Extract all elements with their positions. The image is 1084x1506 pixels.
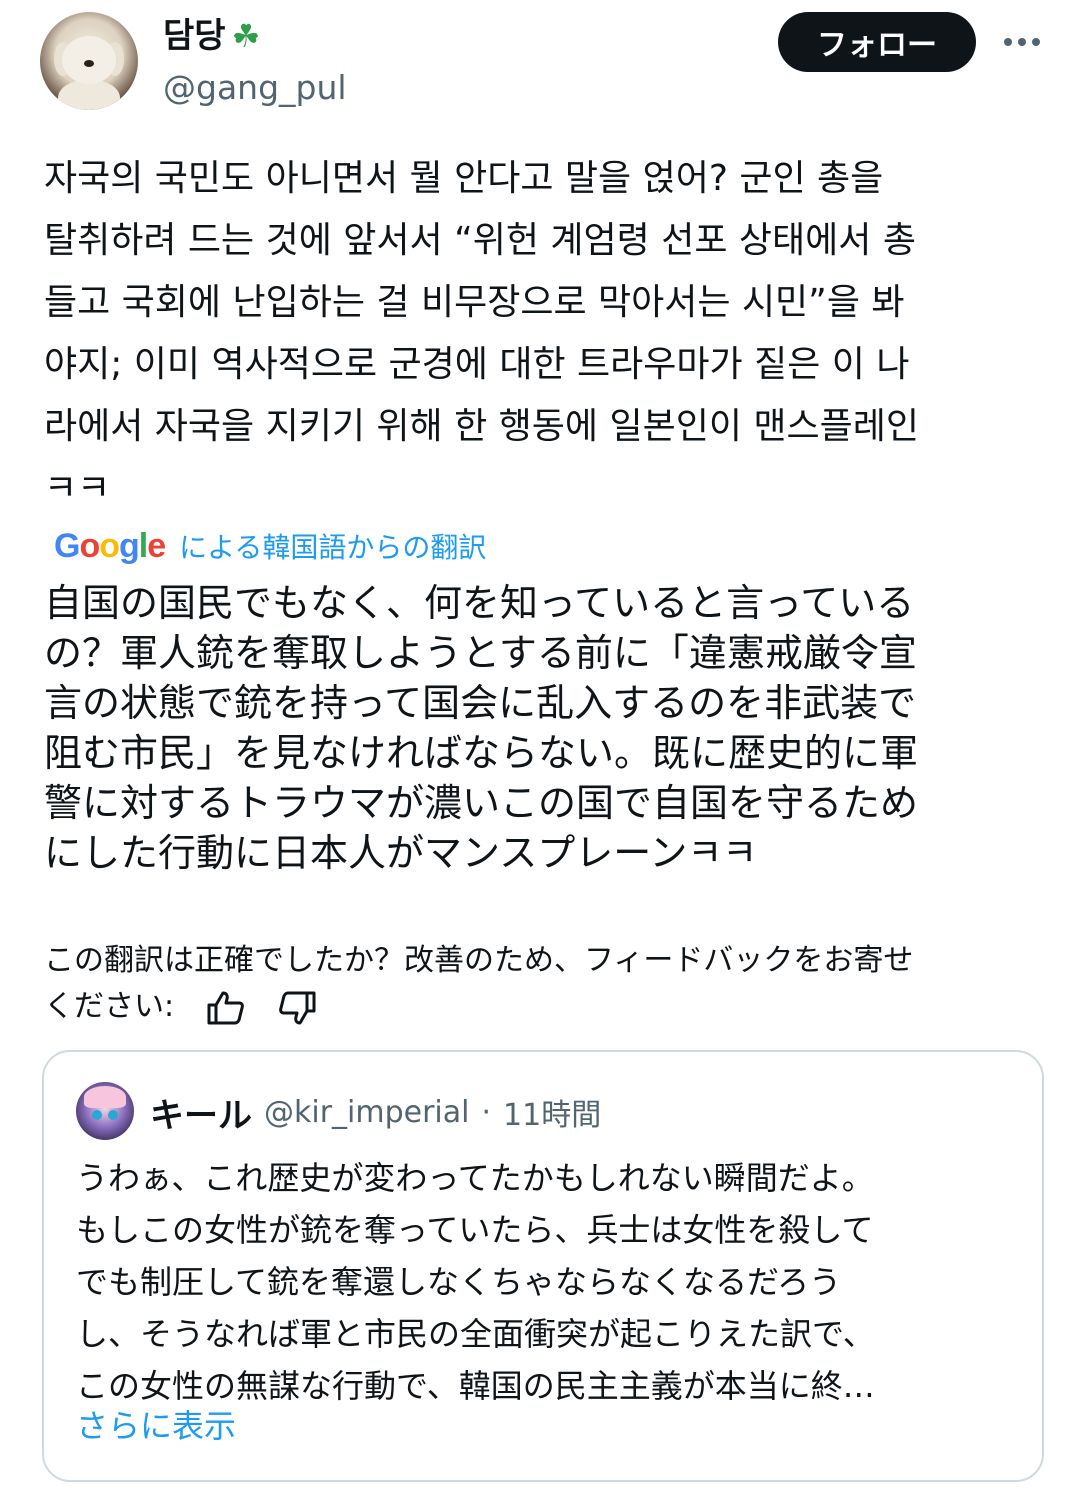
translated-text-line: の？軍人銃を奪取しようとする前に「違憲戒厳令宣 bbox=[44, 631, 917, 675]
tweet-text-line: 라에서 자국을 지키기 위해 한 행동에 일본인이 맨스플레인 bbox=[44, 406, 919, 447]
more-dot bbox=[1018, 38, 1026, 46]
more-dots-icon[interactable] bbox=[996, 22, 1048, 62]
google-logo: Google bbox=[54, 526, 166, 565]
translation-feedback: この翻訳は正確でしたか？改善のため、フィードバックをお寄せ ください: bbox=[44, 938, 1044, 1030]
quote-text-line: し、そうなれば軍と市民の全面衝突が起こりえた訳で、 bbox=[76, 1315, 875, 1353]
quoted-tweet[interactable]: キール @kir_imperial · 11時間 うわぁ、これ歴史が変わってたか… bbox=[42, 1050, 1044, 1482]
quote-timestamp[interactable]: 11時間 bbox=[503, 1090, 601, 1134]
show-more-link[interactable]: さらに表示 bbox=[76, 1404, 236, 1448]
quote-separator: · bbox=[481, 1094, 492, 1130]
tweet-text-line: 탈취하려 드는 것에 앞서서 “위헌 계엄령 선포 상태에서 총 bbox=[44, 220, 916, 261]
quote-text-line: でも制圧して銃を奪還しなくちゃならなくなるだろう bbox=[76, 1263, 842, 1301]
author-avatar[interactable] bbox=[40, 12, 138, 110]
quote-text: うわぁ、これ歴史が変わってたかもしれない瞬間だよ。 もしこの女性が銃を奪っていた… bbox=[76, 1152, 1016, 1412]
quote-author-name[interactable]: キール bbox=[150, 1088, 252, 1137]
feedback-prompt-row: ください: bbox=[44, 984, 1044, 1030]
translated-text-line: 警に対するトラウマが濃いこの国で自国を守るため bbox=[44, 781, 919, 825]
thumbs-down-icon[interactable] bbox=[277, 990, 317, 1026]
avatar-hair bbox=[84, 1086, 126, 1108]
author-display-name[interactable]: 담당 bbox=[163, 14, 226, 58]
translated-text: 自国の国民でもなく、何を知っていると言っている の？軍人銃を奪取しようとする前に… bbox=[44, 578, 1044, 878]
avatar-eye-right bbox=[108, 1110, 118, 1120]
translated-text-line: 言の状態で銃を持って国会に乱入するのを非武装で bbox=[44, 681, 917, 725]
tweet-text-line: 들고 국회에 난입하는 걸 비무장으로 막아서는 시민”을 봐 bbox=[44, 282, 905, 323]
author-name-row[interactable]: 담당 ☘ bbox=[163, 14, 260, 58]
tweet-text: 자국의 국민도 아니면서 뭘 안다고 말을 얹어? 군인 총을 탈취하려 드는 … bbox=[44, 148, 1044, 520]
translation-attribution[interactable]: Google による韓国語からの翻訳 bbox=[54, 524, 486, 568]
clover-icon: ☘ bbox=[231, 17, 261, 55]
translation-label[interactable]: による韓国語からの翻訳 bbox=[179, 526, 486, 566]
avatar-body bbox=[58, 80, 120, 110]
tweet-text-line: 자국의 국민도 아니면서 뭘 안다고 말을 얹어? 군인 총을 bbox=[44, 158, 884, 199]
quote-text-line: うわぁ、これ歴史が変わってたかもしれない瞬間だよ。 bbox=[76, 1159, 874, 1197]
quote-author-avatar[interactable] bbox=[76, 1082, 134, 1140]
feedback-prompt: この翻訳は正確でしたか？改善のため、フィードバックをお寄せ bbox=[44, 943, 914, 978]
translated-text-line: 自国の国民でもなく、何を知っていると言っている bbox=[44, 581, 915, 625]
feedback-prompt-end: ください: bbox=[44, 989, 175, 1024]
tweet-text-line: ㅋㅋ bbox=[44, 468, 111, 509]
avatar-nose bbox=[84, 60, 94, 67]
quote-text-line: もしこの女性が銃を奪っていたら、兵士は女性を殺して bbox=[76, 1211, 874, 1249]
avatar-eye-left bbox=[92, 1110, 102, 1120]
tweet-text-line: 야지; 이미 역사적으로 군경에 대한 트라우마가 짙은 이 나 bbox=[44, 344, 910, 385]
translated-text-line: にした行動に日本人がマンスプレーンㅋㅋ bbox=[44, 831, 758, 875]
translated-text-line: 阻む市民」を見なければならない。既に歴史的に軍 bbox=[44, 731, 919, 775]
quote-author-handle[interactable]: @kir_imperial bbox=[264, 1095, 470, 1130]
thumbs-up-icon[interactable] bbox=[206, 990, 246, 1026]
quote-header: キール @kir_imperial · 11時間 bbox=[150, 1088, 601, 1136]
more-dot bbox=[1032, 38, 1040, 46]
more-dot bbox=[1004, 38, 1012, 46]
author-handle[interactable]: @gang_pul bbox=[163, 66, 347, 110]
tweet-header: 담당 ☘ @gang_pul フォロー bbox=[0, 0, 1084, 130]
follow-button[interactable]: フォロー bbox=[778, 12, 976, 72]
